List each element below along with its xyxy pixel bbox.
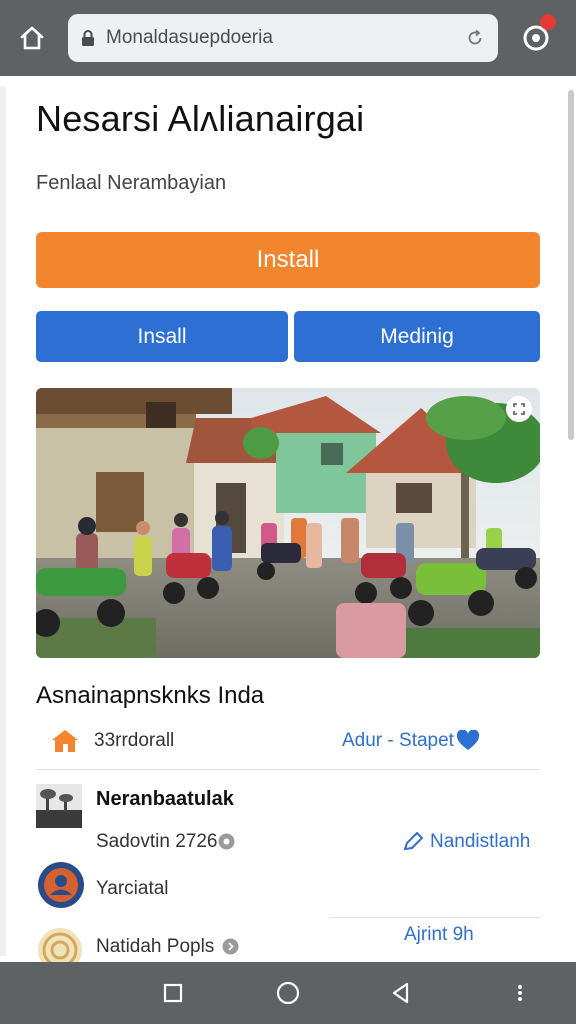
- info-icon: [218, 833, 235, 850]
- scrollbar[interactable]: [568, 90, 574, 440]
- list-item[interactable]: 33rrdorall Adur - Stapet: [36, 722, 540, 762]
- village-photo[interactable]: [36, 388, 540, 658]
- more-button[interactable]: [503, 976, 537, 1010]
- reload-icon[interactable]: [464, 27, 486, 49]
- page-title: Nesarsi Alʌlianairgai: [36, 98, 365, 139]
- divider: [36, 769, 540, 770]
- expand-button[interactable]: [506, 396, 532, 422]
- notification-dot: [540, 14, 556, 30]
- item-meta: Sadovtin 2726: [96, 831, 218, 852]
- pencil-icon[interactable]: [402, 832, 424, 852]
- menu-button[interactable]: [516, 14, 556, 58]
- page-subtitle: Fenlaal Nerambayian: [36, 172, 227, 194]
- item-link[interactable]: Nandistlanh: [430, 831, 530, 853]
- back-button[interactable]: [384, 976, 418, 1010]
- back-triangle-icon: [392, 982, 409, 1004]
- list-item[interactable]: Yarciatal: [36, 860, 540, 914]
- item-name: Yarciatal: [96, 878, 169, 899]
- recents-button[interactable]: [156, 976, 190, 1010]
- thumbnail-image: [36, 784, 82, 828]
- house-icon: [52, 730, 78, 752]
- item-name: Neranbaatulak: [96, 788, 234, 810]
- chevron-right-icon[interactable]: [222, 938, 239, 955]
- row-link[interactable]: Adur - Stapet: [342, 730, 454, 752]
- list-item[interactable]: Natidah Popls Ajrint 9h: [36, 922, 540, 972]
- heart-icon[interactable]: [456, 730, 480, 752]
- home-icon: [20, 26, 44, 50]
- item-name: Natidah Popls: [96, 936, 215, 957]
- system-navigation-bar: [0, 962, 576, 1024]
- lock-icon: [80, 28, 98, 48]
- circle-home-icon: [276, 981, 300, 1005]
- url-text: Monaldasuepdoeria: [106, 27, 273, 48]
- item-link[interactable]: Ajrint 9h: [404, 924, 474, 946]
- more-dots-icon: [518, 985, 522, 1001]
- avatar-image: [38, 862, 84, 908]
- divider: [330, 917, 540, 918]
- insall-button[interactable]: Insall: [36, 311, 288, 362]
- expand-icon: [513, 403, 525, 415]
- install-button[interactable]: Install: [36, 232, 540, 288]
- browser-toolbar: Monaldasuepdoeria: [0, 0, 576, 76]
- section-title: Asnainapnsknks Inda: [36, 682, 265, 709]
- home-nav-button[interactable]: [271, 976, 305, 1010]
- village-street-image: [36, 388, 540, 658]
- row-label: 33rrdorall: [94, 730, 175, 751]
- medinig-button[interactable]: Medinig: [294, 311, 540, 362]
- address-bar[interactable]: Monaldasuepdoeria: [68, 14, 498, 62]
- page-edge: [0, 86, 6, 956]
- list-item[interactable]: Neranbaatulak Sadovtin 2726 Nandistlanh: [36, 780, 540, 860]
- home-button[interactable]: [14, 20, 50, 56]
- square-icon: [163, 983, 183, 1003]
